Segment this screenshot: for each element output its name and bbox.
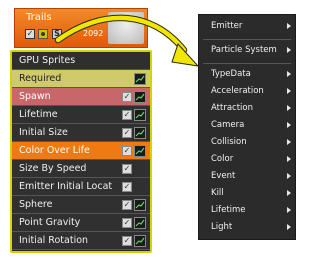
- submenu-arrow-icon: [287, 207, 291, 213]
- module-enable-checkbox[interactable]: ✓: [122, 218, 132, 228]
- submenu-arrow-icon: [287, 71, 291, 77]
- menu-item-attraction[interactable]: Attraction: [199, 101, 295, 116]
- menu-item-label: Lifetime: [211, 205, 246, 215]
- submenu-arrow-icon: [287, 190, 291, 196]
- module-row[interactable]: Color Over Life ✓: [12, 142, 150, 160]
- module-enable-checkbox[interactable]: ✓: [122, 110, 132, 120]
- emitter-particle-count: 2092: [83, 29, 104, 38]
- menu-item-label: Collision: [211, 137, 247, 147]
- submenu-arrow-icon: [287, 173, 291, 179]
- module-enable-checkbox[interactable]: ✓: [122, 146, 132, 156]
- menu-item-event[interactable]: Event: [199, 169, 295, 184]
- menu-separator: [203, 39, 291, 40]
- menu-item-kill[interactable]: Kill: [199, 186, 295, 201]
- module-row[interactable]: Lifetime ✓: [12, 106, 150, 124]
- menu-item-camera[interactable]: Camera: [199, 118, 295, 133]
- curve-editor-icon[interactable]: [134, 109, 146, 121]
- emitter-thumbnail: [108, 12, 144, 44]
- module-label: Point Gravity: [19, 217, 81, 228]
- emitter-title: Trails: [26, 12, 52, 23]
- module-row[interactable]: Required: [12, 70, 150, 88]
- menu-item-label: Emitter: [211, 21, 243, 31]
- module-enable-checkbox[interactable]: ✓: [122, 164, 132, 174]
- module-row[interactable]: Size By Speed ✓: [12, 160, 150, 178]
- emitter-enable-checkbox[interactable]: ✓: [25, 29, 35, 39]
- submenu-arrow-icon: [287, 122, 291, 128]
- submenu-arrow-icon: [287, 88, 291, 94]
- module-label: Lifetime: [19, 109, 58, 120]
- menu-item-label: Color: [211, 154, 234, 164]
- module-enable-checkbox[interactable]: ✓: [122, 236, 132, 246]
- menu-item-label: Event: [211, 171, 236, 181]
- emitter-render-mode-icon[interactable]: [38, 29, 48, 39]
- menu-item-label: Location: [211, 239, 247, 240]
- menu-separator: [203, 63, 291, 64]
- submenu-arrow-icon: [287, 139, 291, 145]
- menu-item-label: Kill: [211, 188, 224, 198]
- module-label: Spawn: [19, 91, 51, 102]
- submenu-arrow-icon: [287, 105, 291, 111]
- submenu-arrow-icon: [287, 224, 291, 230]
- module-list-panel: GPU Sprites Required Spawn ✓ Lifetime ✓ Initia…: [10, 50, 152, 253]
- curve-editor-icon[interactable]: [134, 217, 146, 229]
- menu-item-particle-system[interactable]: Particle System: [199, 43, 295, 58]
- menu-item-lifetime[interactable]: Lifetime: [199, 203, 295, 218]
- menu-item-light[interactable]: Light: [199, 220, 295, 235]
- curve-editor-icon[interactable]: [134, 235, 146, 247]
- curve-editor-icon[interactable]: [134, 91, 146, 103]
- emitter-solo-button[interactable]: S: [52, 29, 62, 39]
- context-menu: Emitter Particle System TypeData Accelerati…: [198, 14, 296, 240]
- submenu-arrow-icon: [287, 47, 291, 53]
- emitter-header[interactable]: Trails ✓ S 2092: [14, 8, 148, 48]
- submenu-arrow-icon: [287, 156, 291, 162]
- module-label: Color Over Life: [19, 145, 90, 156]
- menu-item-label: Attraction: [211, 103, 253, 113]
- module-label: Size By Speed: [19, 163, 87, 174]
- curve-editor-icon[interactable]: [134, 73, 146, 85]
- curve-editor-icon[interactable]: [134, 199, 146, 211]
- module-row[interactable]: Point Gravity ✓: [12, 214, 150, 232]
- menu-item-emitter[interactable]: Emitter: [199, 19, 295, 34]
- module-enable-checkbox[interactable]: ✓: [122, 92, 132, 102]
- menu-item-label: Particle System: [211, 45, 277, 55]
- menu-item-label: Light: [211, 222, 233, 232]
- module-label: Emitter Initial Locat: [19, 181, 113, 192]
- module-row[interactable]: Initial Rotation ✓: [12, 232, 150, 250]
- menu-item-label: TypeData: [211, 69, 251, 79]
- module-label: Initial Size: [19, 127, 68, 138]
- menu-item-location[interactable]: Location: [199, 237, 295, 240]
- menu-item-typedata[interactable]: TypeData: [199, 67, 295, 82]
- module-label: Required: [19, 73, 62, 84]
- module-label: GPU Sprites: [19, 55, 76, 66]
- menu-item-label: Acceleration: [211, 86, 264, 96]
- module-enable-checkbox[interactable]: ✓: [122, 182, 132, 192]
- curve-editor-icon[interactable]: [134, 145, 146, 157]
- menu-item-acceleration[interactable]: Acceleration: [199, 84, 295, 99]
- curve-editor-icon[interactable]: [134, 127, 146, 139]
- module-row[interactable]: Emitter Initial Locat ✓: [12, 178, 150, 196]
- module-label: Initial Rotation: [19, 235, 89, 246]
- module-enable-checkbox[interactable]: ✓: [122, 200, 132, 210]
- submenu-arrow-icon: [287, 23, 291, 29]
- module-label: Sphere: [19, 199, 53, 210]
- module-row[interactable]: Initial Size ✓: [12, 124, 150, 142]
- menu-item-label: Camera: [211, 120, 245, 130]
- module-row[interactable]: Sphere ✓: [12, 196, 150, 214]
- menu-item-collision[interactable]: Collision: [199, 135, 295, 150]
- menu-item-color[interactable]: Color: [199, 152, 295, 167]
- module-enable-checkbox[interactable]: ✓: [122, 128, 132, 138]
- module-row[interactable]: GPU Sprites: [12, 52, 150, 70]
- module-row[interactable]: Spawn ✓: [12, 88, 150, 106]
